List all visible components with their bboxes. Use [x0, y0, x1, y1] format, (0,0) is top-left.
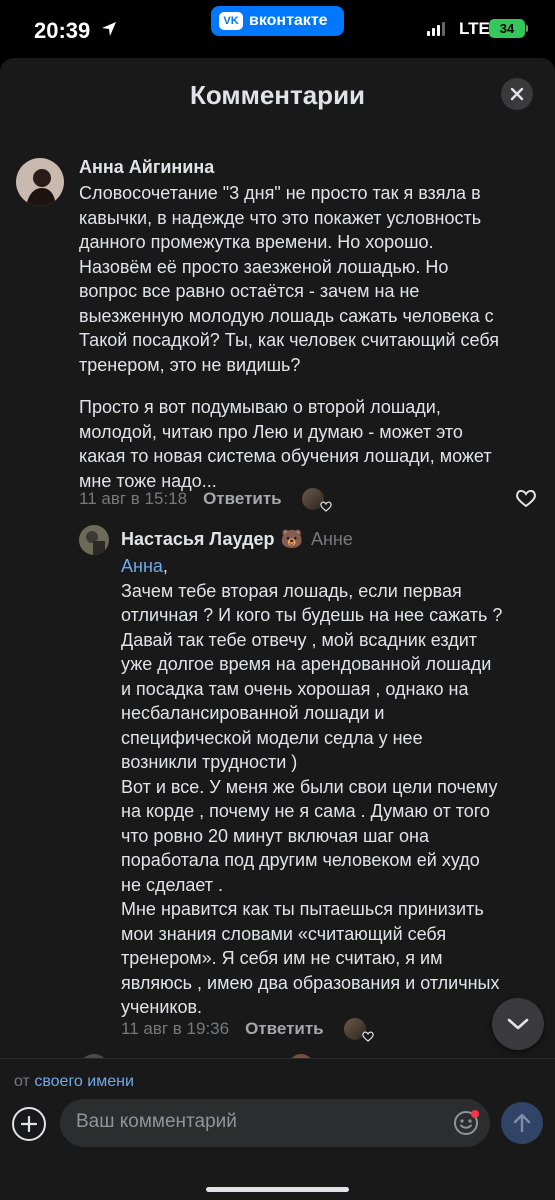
heart-small-icon — [319, 501, 332, 512]
comment-line: вопрос все равно остаётся - зачем на не — [79, 281, 420, 301]
comments-sheet: Комментарии Анна Айгинина Словосочетание… — [0, 58, 555, 1200]
battery-icon: 34 — [489, 19, 525, 38]
scroll-down-button[interactable] — [492, 998, 544, 1050]
attach-button[interactable] — [12, 1107, 46, 1141]
plus-icon — [21, 1116, 37, 1132]
reply-header: Настасья Лаудер 🐻 Анне — [121, 529, 353, 550]
send-button[interactable] — [501, 1102, 543, 1144]
comment-line: тренером, это не видишь? — [79, 354, 301, 375]
battery-level: 34 — [499, 21, 515, 36]
emoji-icon[interactable] — [452, 1109, 480, 1137]
close-icon — [510, 87, 524, 101]
comment-line: какая то новая система обучения лошади, … — [79, 446, 492, 466]
liked-by-author-icon — [343, 1018, 374, 1042]
signal-icon — [427, 22, 445, 36]
comment-line: данного промежутка времени. Но хорошо. — [79, 232, 434, 252]
comment-line: являюсь , имею два образования и отличны… — [121, 972, 500, 993]
comment-line: на корде , почему не я сама . Думаю от т… — [121, 801, 490, 821]
comment-line: молодой, читаю про Лею и думаю - может э… — [79, 421, 463, 442]
comment-author[interactable]: Настасья Лаудер — [121, 529, 275, 550]
chevron-down-icon — [507, 1018, 529, 1030]
mention-suffix: , — [162, 556, 168, 576]
post-as-row[interactable]: от своего имени — [14, 1073, 134, 1091]
liked-by-author-icon — [301, 488, 332, 512]
comment-line: что ровно 20 минут включая шаг она — [121, 825, 429, 846]
comment-line: Просто я вот подумываю о второй лошади, — [79, 397, 441, 417]
comment-line: несбалансированной лошади и — [121, 703, 385, 723]
close-button[interactable] — [501, 78, 533, 110]
comment-line: специфической модели седла у нее — [121, 727, 423, 748]
vk-logo-icon: VK — [219, 12, 243, 30]
comment-text: Анна, Зачем тебе вторая лошадь, если пер… — [121, 554, 551, 1020]
comment-author[interactable]: Анна Айгинина — [79, 157, 214, 178]
app-return-pill[interactable]: VK вконтакте — [211, 6, 344, 36]
comment-line: мои знания словами «считающий себя — [121, 923, 447, 944]
comment-line: Зачем тебе вторая лошадь, если первая — [121, 580, 462, 601]
comment-line: кавычки, в надежде что это покажет услов… — [79, 207, 482, 228]
author-emoji: 🐻 — [280, 529, 303, 549]
reply-to-name[interactable]: Анне — [311, 529, 353, 550]
comment-composer: от своего имени — [0, 1058, 555, 1200]
comment-line: не сделает . — [121, 874, 224, 895]
comment-line: Словосочетание "3 дня" не просто так я в… — [79, 183, 481, 203]
comment-line: выезженную молодую лошадь сажать человек… — [79, 305, 494, 326]
comment-line: и посадка там очень хорошая , однако на — [121, 678, 469, 699]
network-type: LTE — [459, 19, 490, 38]
home-indicator — [206, 1187, 349, 1192]
comment-line: поработала под другим человеком ей худо — [121, 850, 480, 870]
comment-line: Назовём её просто заезженой лошадью. Но — [79, 256, 449, 277]
comment-input[interactable] — [76, 1111, 436, 1133]
comment-date: 11 авг в 19:36 — [121, 1019, 230, 1038]
reply-button[interactable]: Ответить — [245, 1019, 324, 1039]
location-arrow-icon — [102, 22, 116, 36]
mention-line: Анна, — [121, 554, 551, 579]
post-as-prefix: от — [14, 1073, 30, 1090]
comment-meta: 11 авг в 15:18 Ответить — [79, 488, 332, 512]
comment-line: отличная ? И кого ты будешь на нее сажат… — [121, 605, 503, 625]
comment-line: Такой посадкой? Ты, как человек считающи… — [79, 330, 499, 350]
status-time: 20:39 — [34, 18, 91, 43]
comment-line: возникли трудности ) — [121, 752, 298, 772]
comment-input-container — [60, 1099, 490, 1147]
post-as-link[interactable]: своего имени — [34, 1073, 134, 1090]
reply-button[interactable]: Ответить — [203, 489, 282, 509]
comment-line: Вот и все. У меня же были свои цели поче… — [121, 776, 498, 797]
battery-tip — [526, 25, 528, 32]
mention-link[interactable]: Анна — [121, 556, 163, 576]
like-heart-icon[interactable] — [515, 488, 537, 508]
avatar[interactable] — [79, 525, 109, 555]
status-bar: 20:39 VK вконтакте LTE 34 — [0, 0, 555, 60]
comment-date: 11 авг в 15:18 — [79, 489, 188, 508]
page-title: Комментарии — [189, 80, 366, 110]
comment-meta: 11 авг в 19:36 Ответить — [121, 1018, 374, 1042]
comment-line: уже долгое время на арендованной лошади — [121, 654, 492, 674]
comment-line: Мне нравится как ты пытаешься принизить — [121, 899, 484, 919]
avatar[interactable] — [16, 158, 64, 206]
comment-line: тренером». Я себя им не считаю, я им — [121, 948, 443, 968]
comment-line: Давай так тебе отвечу , мой всадник езди… — [121, 629, 478, 650]
comment-text: Словосочетание "3 дня" не просто так я в… — [79, 181, 549, 493]
arrow-up-icon — [513, 1113, 531, 1133]
heart-small-icon — [361, 1031, 374, 1042]
comment-line: учеников. — [121, 997, 203, 1017]
app-return-label: вконтакте — [249, 12, 328, 29]
